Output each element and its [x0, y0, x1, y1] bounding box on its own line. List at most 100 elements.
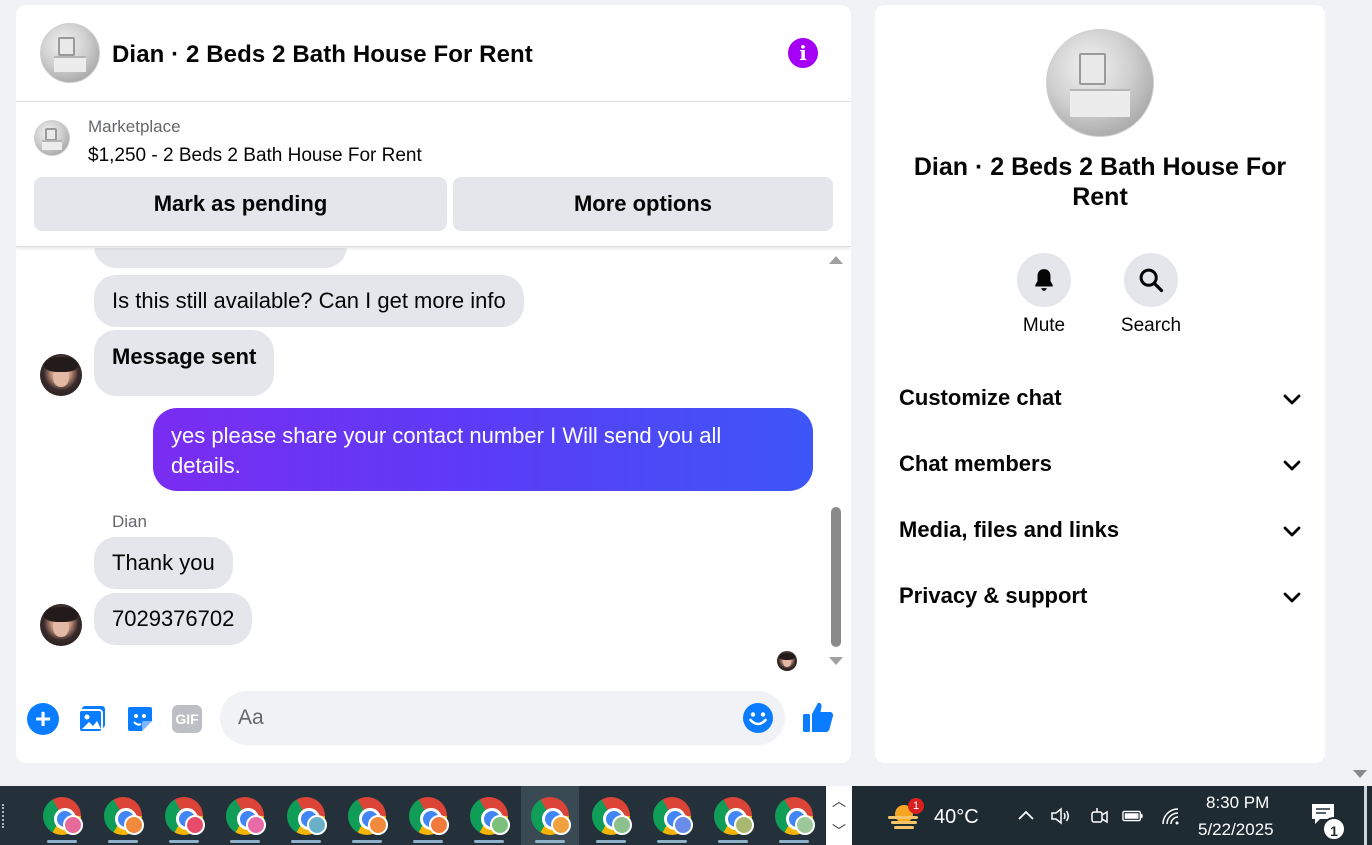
chevron-up-icon[interactable]: [1015, 806, 1037, 826]
like-icon[interactable]: [801, 700, 835, 734]
sender-avatar[interactable]: [40, 604, 82, 646]
listing-title[interactable]: $1,250 - 2 Beds 2 Bath House For Rent: [88, 145, 422, 167]
chrome-taskbar-button[interactable]: [765, 786, 823, 845]
running-indicator: [230, 840, 260, 843]
incoming-message[interactable]: Message sent: [94, 330, 275, 396]
chrome-icon: [165, 797, 205, 835]
sender-name: Dian: [112, 512, 147, 531]
incoming-message[interactable]: Thank you: [94, 537, 233, 589]
chrome-taskbar-button[interactable]: [338, 786, 396, 845]
photo-icon[interactable]: [76, 703, 108, 735]
taskbar-grip[interactable]: [2, 804, 4, 828]
chevron-down-icon: [1283, 394, 1301, 405]
message-bubble-partial: [94, 248, 347, 268]
show-desktop-button[interactable]: [1364, 786, 1367, 845]
conversation-avatar[interactable]: [40, 23, 100, 83]
sender-avatar[interactable]: [40, 354, 82, 396]
customize-chat-section[interactable]: Customize chat: [899, 379, 1303, 419]
running-indicator: [413, 840, 443, 843]
speaker-icon[interactable]: [1049, 806, 1071, 826]
profile-badge-icon: [490, 815, 510, 835]
chat-members-section[interactable]: Chat members: [899, 445, 1303, 485]
wifi-icon[interactable]: [1160, 806, 1182, 826]
gif-icon[interactable]: GIF: [172, 705, 202, 733]
message-scrollbar[interactable]: [831, 507, 841, 647]
chrome-taskbar-button-active[interactable]: [521, 786, 579, 845]
mute-circle[interactable]: [1017, 253, 1071, 307]
message-input[interactable]: [220, 691, 785, 745]
chrome-taskbar-button[interactable]: [33, 786, 91, 845]
profile-badge-icon: [368, 815, 388, 835]
chrome-icon: [104, 797, 144, 835]
chrome-taskbar-button[interactable]: [399, 786, 457, 845]
conversation-info-panel: Dian · 2 Beds 2 Bath House For Rent Mute…: [875, 5, 1325, 763]
chrome-icon: [531, 797, 571, 835]
chat-panel: Dian · 2 Beds 2 Bath House For Rent i Ma…: [16, 5, 851, 763]
system-tray: 1 40°C 8:30 PM 5/22/2025 1: [852, 786, 1372, 845]
incoming-message[interactable]: Is this still available? Can I get more …: [94, 275, 524, 327]
battery-icon[interactable]: [1122, 806, 1144, 826]
chrome-icon: [592, 797, 632, 835]
running-indicator: [535, 840, 565, 843]
search-in-conversation-button[interactable]: Search: [1116, 253, 1186, 337]
chevron-up-icon[interactable]: ︿: [832, 794, 846, 808]
sticker-icon[interactable]: [124, 703, 156, 735]
chrome-taskbar-button[interactable]: [460, 786, 518, 845]
chrome-icon: [714, 797, 754, 835]
running-indicator: [474, 840, 504, 843]
section-label: Chat members: [899, 451, 1052, 476]
chrome-icon: [287, 797, 327, 835]
marketplace-listing-bar: Marketplace $1,250 - 2 Beds 2 Bath House…: [16, 103, 851, 247]
chrome-taskbar-button[interactable]: [94, 786, 152, 845]
page-scroll-down-arrow[interactable]: [1353, 770, 1367, 778]
chevron-down-icon[interactable]: ﹀: [832, 824, 846, 838]
profile-badge-icon: [673, 815, 693, 835]
running-indicator: [779, 840, 809, 843]
message-list[interactable]: Is this still available? Can I get more …: [16, 248, 851, 673]
scroll-down-arrow[interactable]: [829, 657, 843, 665]
running-indicator: [169, 840, 199, 843]
chrome-taskbar-button[interactable]: [216, 786, 274, 845]
chrome-icon: [43, 797, 83, 835]
meet-now-icon[interactable]: [1088, 806, 1110, 826]
outgoing-message[interactable]: yes please share your contact number I W…: [153, 408, 813, 491]
plus-icon[interactable]: +: [27, 703, 59, 735]
listing-source-label: Marketplace: [88, 117, 181, 136]
clock-date[interactable]: 5/22/2025: [1198, 820, 1274, 840]
chrome-taskbar-button[interactable]: [155, 786, 213, 845]
chrome-taskbar-button[interactable]: [704, 786, 762, 845]
mark-as-pending-button[interactable]: Mark as pending: [34, 177, 447, 231]
running-indicator: [596, 840, 626, 843]
profile-badge-icon: [124, 815, 144, 835]
profile-badge-icon: [551, 815, 571, 835]
listing-thumbnail[interactable]: [34, 120, 70, 156]
conversation-title[interactable]: Dian · 2 Beds 2 Bath House For Rent: [112, 41, 533, 69]
temperature-readout[interactable]: 40°C: [934, 806, 979, 829]
incoming-message[interactable]: 7029376702: [94, 593, 253, 645]
chrome-taskbar-button[interactable]: [643, 786, 701, 845]
scroll-up-arrow[interactable]: [829, 256, 843, 264]
mute-button[interactable]: Mute: [1009, 253, 1079, 337]
section-label: Customize chat: [899, 385, 1062, 410]
chrome-icon: [226, 797, 266, 835]
profile-badge-icon: [429, 815, 449, 835]
notification-count-badge: 1: [1322, 817, 1346, 841]
clock-time[interactable]: 8:30 PM: [1206, 793, 1269, 813]
chrome-icon: [348, 797, 388, 835]
privacy-support-section[interactable]: Privacy & support: [899, 577, 1303, 617]
taskbar-apps: [0, 786, 825, 845]
search-circle[interactable]: [1124, 253, 1178, 307]
info-avatar[interactable]: [1046, 29, 1154, 137]
emoji-icon[interactable]: [742, 702, 774, 734]
chrome-icon: [409, 797, 449, 835]
chevron-down-icon: [1283, 460, 1301, 471]
chat-header: Dian · 2 Beds 2 Bath House For Rent i: [16, 5, 851, 102]
chrome-taskbar-button[interactable]: [582, 786, 640, 845]
running-indicator: [291, 840, 321, 843]
chrome-taskbar-button[interactable]: [277, 786, 335, 845]
profile-badge-icon: [734, 815, 754, 835]
info-icon[interactable]: i: [788, 38, 818, 68]
media-files-links-section[interactable]: Media, files and links: [899, 511, 1303, 551]
more-options-button[interactable]: More options: [453, 177, 833, 231]
profile-badge-icon: [185, 815, 205, 835]
